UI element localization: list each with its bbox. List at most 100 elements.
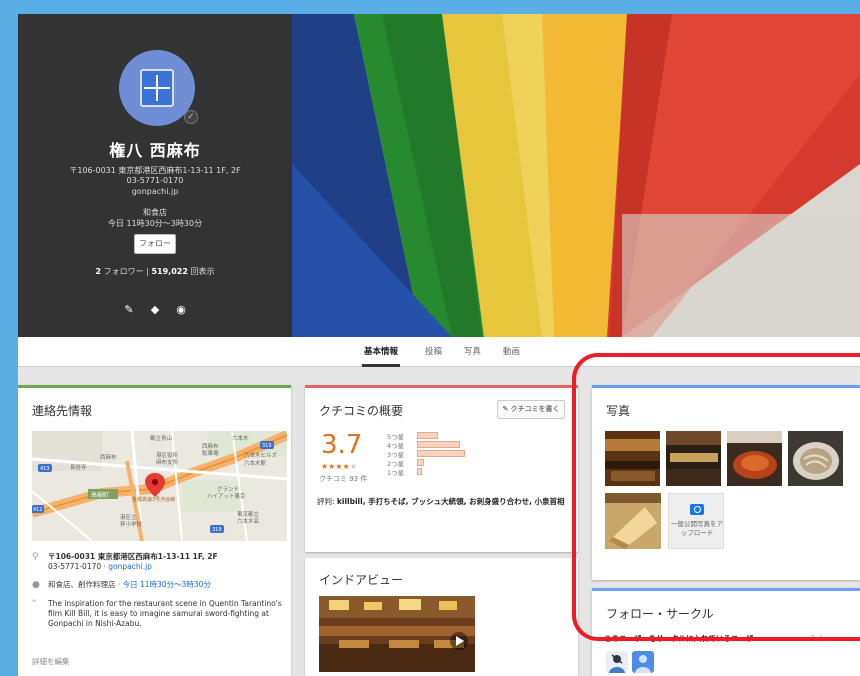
empty-star: ★: [349, 462, 357, 471]
map-road-badge: 413: [40, 466, 50, 472]
contact-phone: 03-5771-0170: [48, 562, 102, 571]
map-label: 長谷寺: [70, 463, 87, 471]
page-frame: ✓ 権八 西麻布 〒106-0031 東京都港区西麻布1-13-11 1F, 2…: [18, 14, 860, 676]
reviews-title: クチコミの概要: [319, 404, 404, 418]
indoor-view-photo[interactable]: [319, 596, 475, 672]
tab-videos[interactable]: 動画: [503, 345, 520, 357]
map-label: 駐車場: [202, 449, 219, 457]
quote-icon: “: [32, 599, 37, 609]
stats-separator: |: [146, 267, 149, 276]
map-label: 六本木: [232, 434, 249, 442]
photo-thumbnail[interactable]: [605, 431, 660, 486]
circles-card: フォロー・サークル このユーザーをサークルに入れているユーザー 2 人: [592, 588, 860, 676]
location-pin-icon: ⚲: [32, 552, 39, 562]
map-label: 西麻布: [202, 442, 219, 450]
upload-photo-label: 一般公開写真をアップロード: [671, 520, 723, 537]
contact-address: 〒106-0031 東京都港区西麻布1-13-11 1F, 2F: [48, 552, 218, 561]
rating-bar: [417, 432, 438, 439]
map-road-badge: 412: [33, 507, 43, 513]
card-accent: [592, 385, 860, 388]
rating-score: 3.7: [321, 430, 363, 460]
photo-thumbnail[interactable]: [788, 431, 843, 486]
map-label: 港区立: [120, 513, 137, 521]
contact-card: 連絡先情報 高樹町 413 412 319 319 都立青山 六本木 西麻布 駐…: [18, 385, 291, 676]
summary-prefix: 評判:: [317, 497, 337, 506]
reviews-card: クチコミの概要 ✎ クチコミを書く 3.7 ★★★★★ クチコミ 93 件 5つ…: [305, 385, 578, 552]
card-accent: [305, 385, 578, 388]
map-label: 首都高速3号渋谷線: [132, 496, 175, 503]
map-label: 笄小学校: [120, 520, 143, 528]
summary-keywords: killbill, 手打ちそば, ブッシュ大統領, お刺身盛り合わせ, 小泉首相: [336, 497, 565, 506]
directions-icon[interactable]: ◆: [148, 303, 162, 317]
photo-thumbnail[interactable]: [666, 431, 721, 486]
view-count: 519,022: [151, 267, 188, 276]
camera-icon[interactable]: ◉: [174, 303, 188, 317]
edit-details-link[interactable]: 詳細を編集: [32, 656, 70, 667]
circles-description: このユーザーをサークルに入れているユーザー: [604, 634, 761, 643]
contact-hours-link[interactable]: 今日 11時30分～3時30分: [123, 580, 211, 589]
contact-categories: 和食店、創作料理店: [48, 580, 116, 589]
contact-separator: ·: [115, 580, 123, 589]
rating-stars-icon: ★★★★★: [321, 462, 357, 471]
follower-avatar[interactable]: [606, 651, 628, 673]
contact-description: The inspiration for the restaurant scene…: [48, 599, 282, 628]
location-map[interactable]: 高樹町 413 412 319 319 都立青山 六本木 西麻布 駐車場 港区役…: [32, 431, 287, 541]
follower-avatar[interactable]: [632, 651, 654, 673]
rating-bar-label: 1つ星: [387, 469, 405, 477]
profile-tabbar: 基本情報 投稿 写真 動画: [18, 337, 860, 367]
verified-badge-icon: ✓: [184, 110, 198, 124]
cover-actions: ✎ ◆ ◉: [122, 303, 188, 317]
pencil-icon: ✎: [502, 405, 509, 413]
map-label: 東京都立: [237, 510, 260, 518]
tab-posts[interactable]: 投稿: [425, 345, 442, 357]
map-label: ハイアット東京: [207, 492, 246, 500]
tab-basic-info[interactable]: 基本情報: [361, 345, 401, 367]
business-name: 権八 西麻布: [109, 141, 201, 160]
follower-count: 2: [95, 267, 102, 276]
photos-card: 写真 一般公開写真をアップロード: [592, 385, 860, 580]
follower-label: フォロワー: [103, 267, 144, 276]
map-road-badge: 319: [212, 527, 222, 533]
filled-stars: ★★★★: [321, 462, 350, 471]
map-label: 麻布支所: [156, 458, 179, 466]
rating-bar: [417, 441, 460, 448]
profile-category: 和食店: [143, 208, 167, 217]
map-label: 六本木駅: [244, 459, 267, 467]
contact-website-link[interactable]: gonpachi.jp: [108, 562, 152, 571]
rating-bar: [417, 459, 424, 466]
write-review-label: クチコミを書く: [510, 405, 560, 413]
photo-thumbnail[interactable]: [605, 493, 661, 549]
profile-panel: ✓ 権八 西麻布 〒106-0031 東京都港区西麻布1-13-11 1F, 2…: [18, 14, 292, 337]
camera-icon: [690, 504, 704, 515]
profile-address: 〒106-0031 東京都港区西麻布1-13-11 1F, 2F: [69, 166, 241, 175]
profile-phone: 03-5771-0170: [126, 176, 184, 185]
profile-hours: 今日 11時30分～3時30分: [107, 219, 203, 228]
review-count[interactable]: クチコミ 93 件: [319, 474, 367, 484]
map-label-highlight: 高樹町: [91, 491, 109, 499]
tab-photos[interactable]: 写真: [464, 345, 481, 357]
map-label: グランド: [217, 485, 239, 493]
business-logo-icon: [140, 69, 174, 107]
map-label: 都立青山: [150, 434, 172, 442]
review-summary: 評判: killbill, 手打ちそば, ブッシュ大統領, お刺身盛り合わせ, …: [317, 496, 577, 507]
rating-bar: [417, 468, 422, 475]
circles-title: フォロー・サークル: [606, 607, 714, 621]
cover-photo: [292, 14, 860, 337]
follow-button[interactable]: フォロー: [134, 234, 176, 254]
upload-photo-button[interactable]: 一般公開写真をアップロード: [668, 493, 724, 549]
profile-website[interactable]: gonpachi.jp: [18, 187, 292, 196]
profile-stats: 2 フォロワー | 519,022 回表示: [18, 266, 292, 277]
photos-title: 写真: [606, 404, 631, 418]
photo-thumbnail[interactable]: [727, 431, 782, 486]
card-accent: [18, 385, 291, 388]
map-label: 六本木高: [237, 517, 260, 525]
write-review-button[interactable]: ✎ クチコミを書く: [497, 400, 565, 419]
map-label: 港区役所: [156, 451, 179, 459]
map-road-badge: 319: [262, 443, 272, 449]
indoor-view-title: インドアビュー: [319, 573, 404, 587]
view-label: 回表示: [190, 267, 215, 276]
pencil-icon[interactable]: ✎: [122, 303, 136, 317]
map-label: 西麻布: [100, 453, 117, 461]
circles-count: 2 人: [810, 634, 825, 643]
info-icon: ●: [32, 580, 40, 590]
